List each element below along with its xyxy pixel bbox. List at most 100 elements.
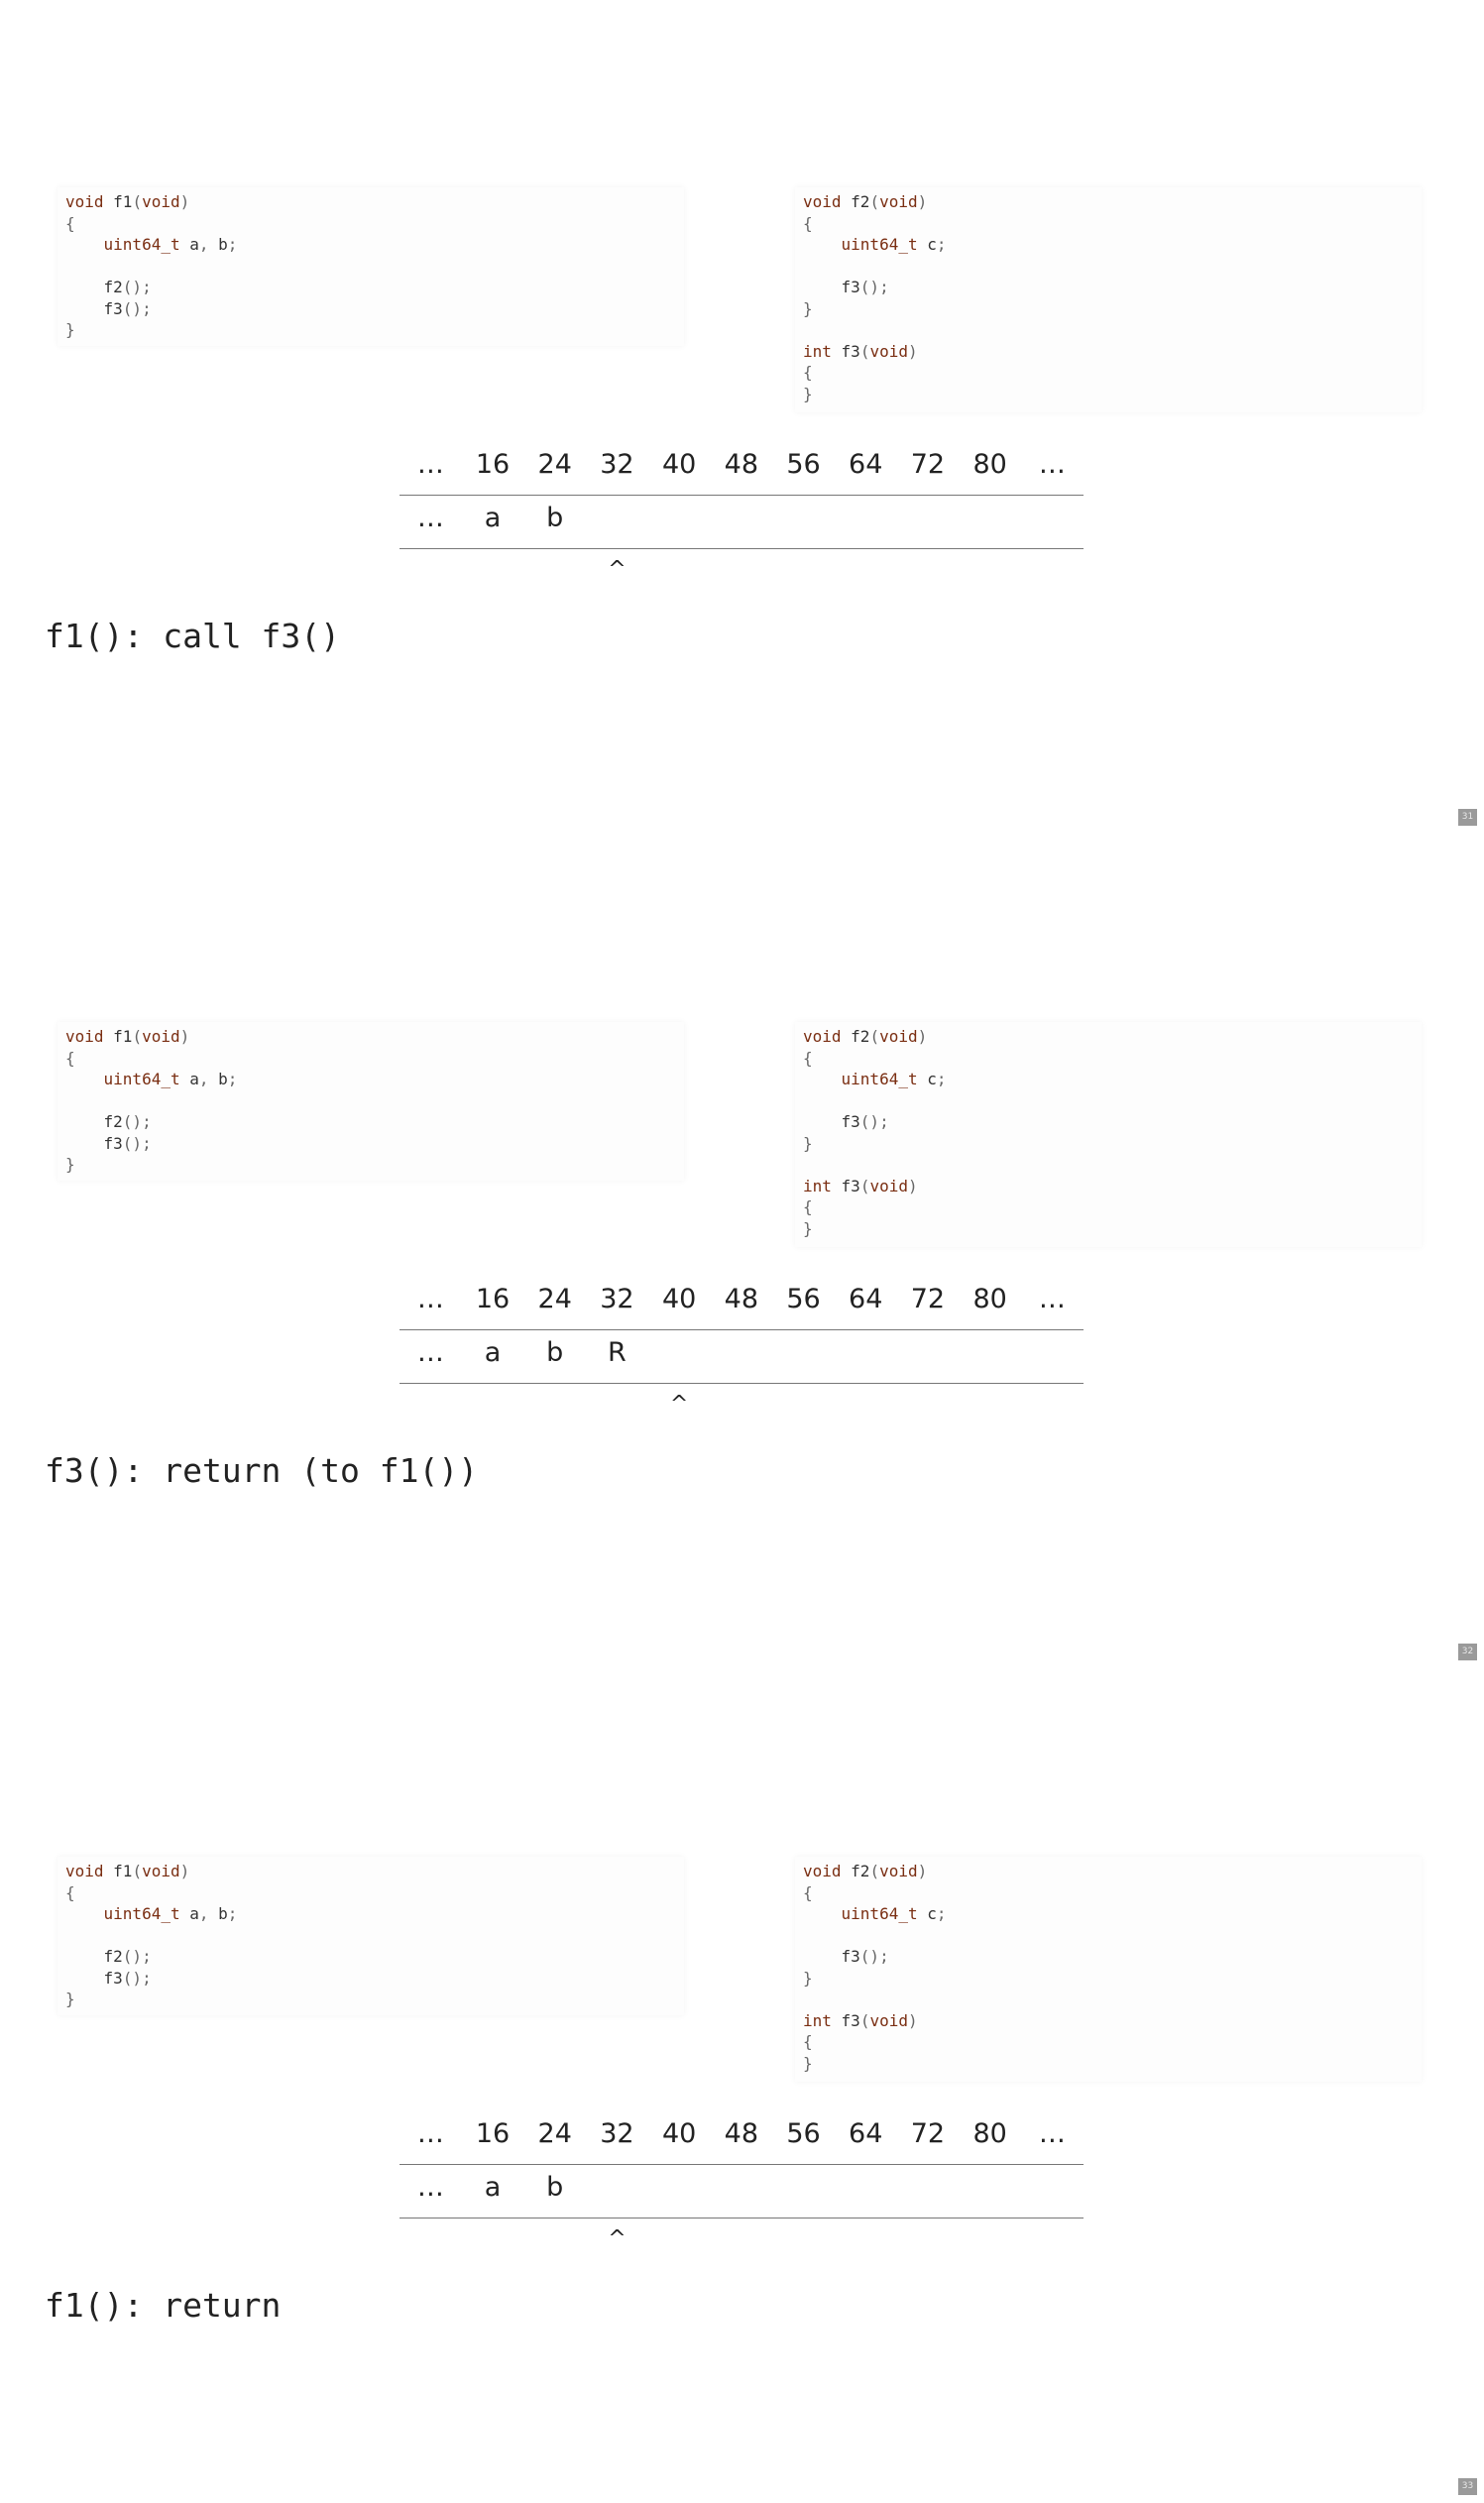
code-punctuation: ; — [227, 1904, 238, 1923]
code-token: c — [917, 235, 937, 254]
code-punctuation: (); — [122, 1133, 152, 1153]
code-token: f2 — [841, 192, 870, 211]
code-punctuation: ) — [179, 1862, 190, 1880]
code-line: int f3(void) — [803, 341, 1422, 363]
code-block-f1: void f1(void){ uint64_t a, b; f2(); f3()… — [57, 187, 684, 346]
code-token: f3 — [65, 298, 123, 318]
stack-offset-label: 40 — [661, 2118, 697, 2149]
code-punctuation: ( — [859, 1176, 870, 1195]
code-token: f3 — [831, 341, 860, 361]
code-line: } — [803, 1133, 1422, 1155]
code-token: f3 — [65, 1968, 123, 1988]
stack-offsets-row: … 16 24 32 40 48 56 64 72 80… — [400, 2118, 1084, 2165]
stack-offset-label: 80 — [972, 1284, 1007, 1314]
stack-offset-label: 16 — [475, 2118, 511, 2149]
code-punctuation: ( — [859, 2010, 870, 2030]
stack-offset-label: 40 — [661, 449, 697, 480]
code-line: void f1(void) — [65, 1026, 684, 1048]
code-line: { — [803, 1048, 1422, 1070]
code-punctuation: { — [803, 1048, 813, 1068]
stack-pointer-row: ^ — [400, 549, 1084, 589]
code-line: f3(); — [803, 1946, 1422, 1968]
code-line: } — [65, 1154, 684, 1176]
stack-pointer-caret: ^ — [608, 557, 627, 582]
stack-offset-label: … — [416, 2118, 444, 2149]
code-keyword: void — [803, 1862, 842, 1880]
code-keyword: uint64_t — [103, 235, 180, 254]
code-keyword: void — [803, 192, 842, 211]
code-punctuation: } — [803, 1968, 813, 1988]
code-token: f3 — [803, 1947, 860, 1966]
code-block-f2-f3: void f2(void){ uint64_t c; f3();} int f3(… — [795, 187, 1422, 412]
code-punctuation: ; — [936, 1070, 947, 1088]
code-line: uint64_t a, b; — [65, 234, 684, 256]
code-punctuation: (); — [122, 278, 152, 296]
code-line: { — [65, 1882, 684, 1904]
code-token: c — [917, 1070, 937, 1088]
stack-offset-label: 80 — [972, 2118, 1007, 2149]
code-token: f1 — [103, 1027, 133, 1046]
slide: void f1(void){ uint64_t a, b; f2(); f3()… — [0, 1669, 1484, 2503]
stack-offset-label: 24 — [537, 2118, 572, 2149]
code-line: f2(); — [65, 277, 684, 298]
stack-slot: a — [484, 503, 502, 533]
code-punctuation: ( — [869, 1862, 880, 1880]
code-keyword: void — [879, 1027, 918, 1046]
code-token: f2 — [65, 1947, 123, 1966]
code-punctuation: { — [803, 213, 813, 233]
code-line: { — [803, 213, 1422, 235]
code-line: } — [65, 319, 684, 341]
stack-offsets-row: … 16 24 32 40 48 56 64 72 80… — [400, 1284, 1084, 1330]
code-token: f1 — [103, 1862, 133, 1880]
code-line: uint64_t c; — [803, 1903, 1422, 1925]
code-punctuation: , — [198, 235, 209, 254]
stack-offset-label: 56 — [786, 1284, 821, 1314]
stack-values-row: … a b — [400, 2165, 1084, 2219]
code-line: void f2(void) — [803, 1861, 1422, 1882]
stack-slot: … — [416, 1337, 444, 1368]
code-line: { — [65, 1048, 684, 1070]
code-block-f1: void f1(void){ uint64_t a, b; f2(); f3()… — [57, 1022, 684, 1181]
stack-slot: R — [608, 1337, 627, 1368]
code-punctuation: { — [65, 1048, 75, 1068]
code-block-f2-f3: void f2(void){ uint64_t c; f3();} int f3(… — [795, 1857, 1422, 2082]
code-punctuation: ( — [132, 1862, 143, 1880]
code-line: uint64_t a, b; — [65, 1903, 684, 1925]
code-line: uint64_t c; — [803, 1069, 1422, 1090]
stack-offset-label: … — [416, 1284, 444, 1314]
code-keyword: int — [803, 341, 832, 361]
code-punctuation: ; — [227, 1070, 238, 1088]
stack-diagram: … 16 24 32 40 48 56 64 72 80 … … a b ^ — [400, 2118, 1084, 2258]
stack-slot: … — [416, 2172, 444, 2203]
stack-offset-label: 48 — [724, 449, 759, 480]
stack-offset-label: … — [1038, 1284, 1066, 1314]
code-punctuation: } — [65, 320, 75, 339]
code-line: { — [803, 1882, 1422, 1904]
stack-offset-label: 40 — [661, 1284, 697, 1314]
code-punctuation: } — [803, 2053, 813, 2073]
stack-offset-label: 32 — [600, 2118, 634, 2149]
page-number-badge: 33 — [1458, 2478, 1477, 2495]
stack-slot: b — [546, 2172, 564, 2203]
code-keyword: void — [65, 1862, 104, 1880]
stack-slot: a — [484, 1337, 502, 1368]
code-punctuation: ) — [907, 341, 918, 361]
code-keyword: uint64_t — [103, 1904, 180, 1923]
code-line: } — [803, 384, 1422, 405]
stack-offset-label: 80 — [972, 449, 1007, 480]
code-line: f3(); — [65, 1133, 684, 1155]
code-keyword: void — [869, 2010, 908, 2030]
code-token: b — [208, 235, 228, 254]
code-token: b — [208, 1904, 228, 1923]
stack-slot: … — [416, 503, 444, 533]
code-punctuation: } — [803, 1218, 813, 1238]
code-line: void f2(void) — [803, 1026, 1422, 1048]
code-punctuation: ) — [907, 1176, 918, 1195]
code-punctuation: } — [803, 384, 813, 403]
